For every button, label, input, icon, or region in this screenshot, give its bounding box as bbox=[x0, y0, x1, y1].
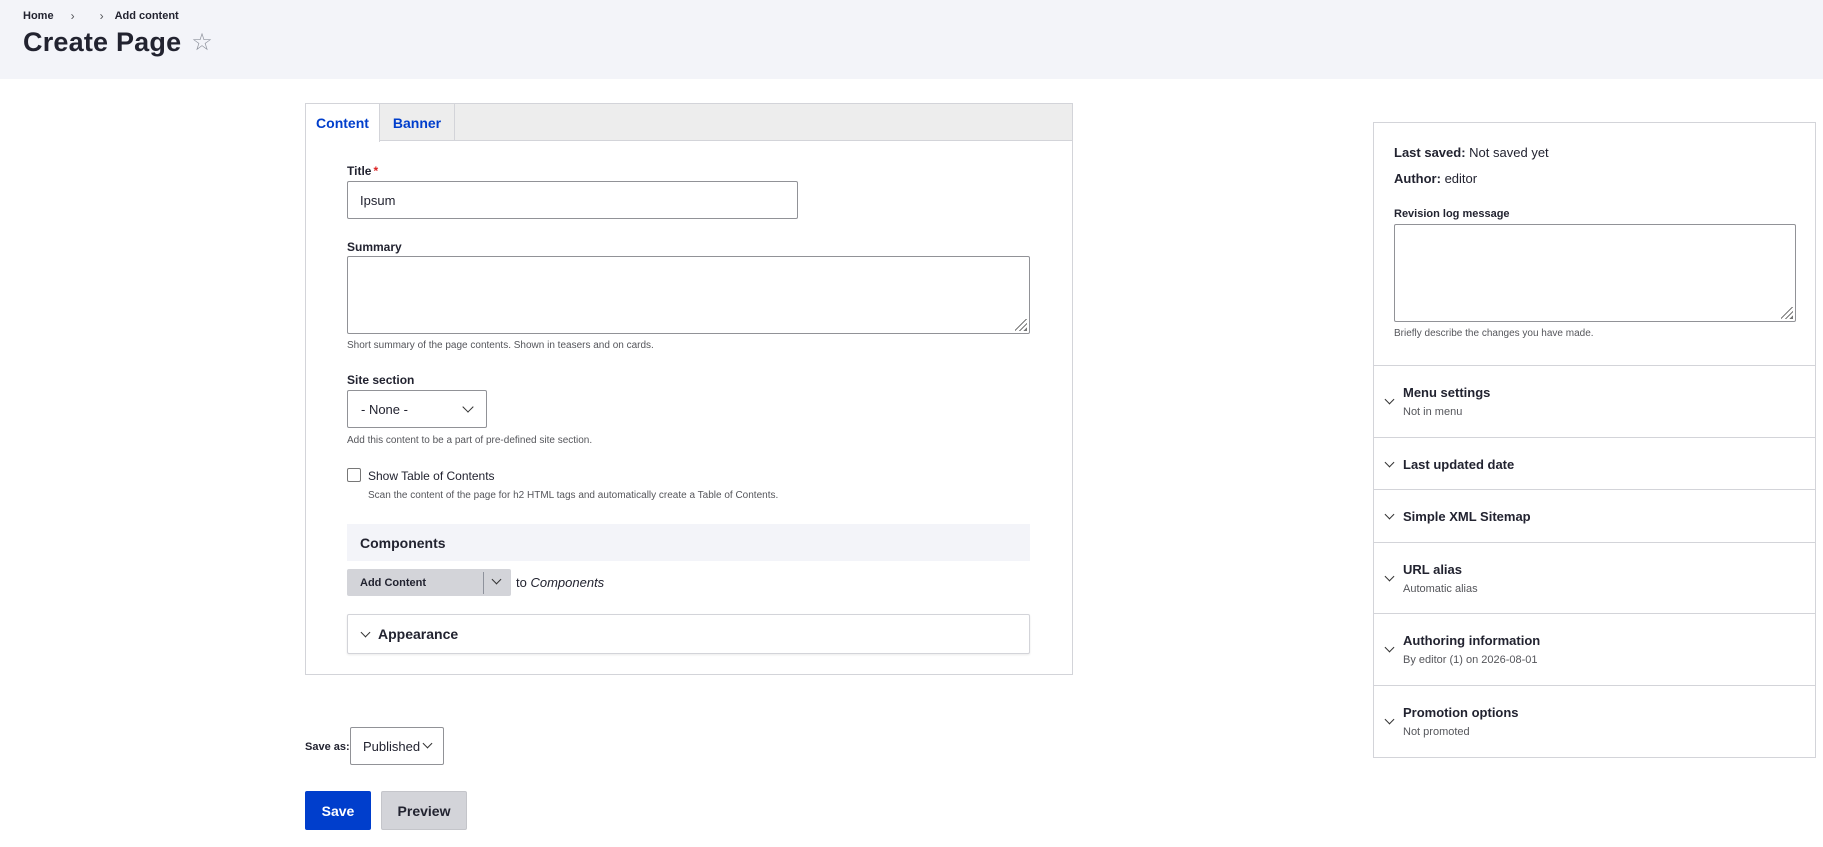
accordion-summary: By editor (1) on 2026-08-01 bbox=[1403, 654, 1538, 666]
site-section-help: Add this content to be a part of pre-def… bbox=[347, 435, 593, 446]
resize-handle-icon[interactable] bbox=[1781, 307, 1793, 319]
last-saved-value: Not saved yet bbox=[1469, 145, 1549, 160]
tab-content[interactable]: Content bbox=[306, 104, 380, 142]
chevron-down-icon bbox=[360, 627, 371, 638]
author-label: Author: bbox=[1394, 171, 1441, 186]
chevron-down-icon bbox=[1384, 509, 1395, 520]
add-content-label: Add Content bbox=[360, 576, 426, 589]
title-label: Title * bbox=[347, 164, 378, 178]
save-as-value: Published bbox=[363, 738, 421, 754]
chevron-down-icon bbox=[1384, 457, 1395, 468]
chevron-down-icon bbox=[422, 738, 433, 749]
summary-help: Short summary of the page contents. Show… bbox=[347, 340, 654, 351]
preview-button[interactable]: Preview bbox=[381, 791, 467, 830]
accordion-last-updated-date[interactable]: Last updated date bbox=[1374, 437, 1815, 489]
save-as-label: Save as: bbox=[305, 741, 350, 753]
tab-banner[interactable]: Banner bbox=[380, 104, 455, 141]
meta-sidebar: Last saved: Not saved yet Author: editor… bbox=[1373, 122, 1816, 758]
breadcrumb-current[interactable]: Add content bbox=[115, 10, 179, 22]
chevron-down-icon[interactable] bbox=[491, 574, 502, 585]
breadcrumb: Home › › Add content bbox=[23, 9, 179, 23]
add-content-button[interactable]: Add Content bbox=[347, 569, 511, 596]
site-section-select[interactable]: - None - bbox=[347, 390, 487, 428]
chevron-down-icon bbox=[1384, 642, 1395, 653]
chevron-down-icon bbox=[1384, 714, 1395, 725]
accordion-title: Simple XML Sitemap bbox=[1403, 509, 1531, 524]
accordion-title: Authoring information bbox=[1403, 633, 1541, 648]
chevron-down-icon bbox=[1384, 394, 1395, 405]
accordion-summary: Not promoted bbox=[1403, 726, 1470, 738]
page-title: Create Page bbox=[23, 27, 182, 57]
page-header: Home › › Add content Create Page ☆ bbox=[0, 0, 1823, 79]
revision-help: Briefly describe the changes you have ma… bbox=[1394, 328, 1594, 339]
accordion-summary: Automatic alias bbox=[1403, 583, 1478, 595]
accordion-title: Promotion options bbox=[1403, 705, 1519, 720]
add-target-text: to Components bbox=[516, 575, 604, 590]
accordion-authoring-information[interactable]: Authoring information By editor (1) on 2… bbox=[1374, 613, 1815, 685]
accordion-menu-settings[interactable]: Menu settings Not in menu bbox=[1374, 365, 1815, 437]
breadcrumb-separator-icon: › bbox=[70, 9, 75, 23]
summary-label: Summary bbox=[347, 240, 402, 254]
components-heading: Components bbox=[347, 524, 1030, 561]
author: Author: editor bbox=[1394, 171, 1477, 186]
title-input-value: Ipsum bbox=[360, 192, 396, 208]
author-value: editor bbox=[1444, 171, 1478, 186]
breadcrumb-home-link[interactable]: Home bbox=[23, 10, 54, 22]
site-section-label: Site section bbox=[347, 373, 415, 387]
to-text: to bbox=[516, 575, 527, 590]
save-as-select[interactable]: Published bbox=[350, 727, 444, 765]
last-saved-label: Last saved: bbox=[1394, 145, 1466, 160]
chevron-down-icon bbox=[462, 401, 474, 413]
summary-textarea[interactable] bbox=[347, 256, 1030, 334]
accordion-simple-xml-sitemap[interactable]: Simple XML Sitemap bbox=[1374, 489, 1815, 542]
title-label-text: Title bbox=[347, 164, 372, 178]
toc-checkbox[interactable] bbox=[347, 468, 361, 482]
resize-handle-icon[interactable] bbox=[1015, 319, 1027, 331]
required-marker: * bbox=[373, 164, 379, 178]
toc-label[interactable]: Show Table of Contents bbox=[368, 469, 495, 483]
title-input[interactable]: Ipsum bbox=[347, 181, 798, 219]
last-saved: Last saved: Not saved yet bbox=[1394, 145, 1549, 160]
accordion-title: Menu settings bbox=[1403, 385, 1491, 400]
revision-label: Revision log message bbox=[1394, 208, 1510, 220]
appearance-label: Appearance bbox=[378, 626, 459, 642]
chevron-down-icon bbox=[1384, 571, 1395, 582]
site-section-value: - None - bbox=[361, 401, 408, 417]
main-form-card: Content Banner Title * Ipsum Summary Shor… bbox=[305, 103, 1073, 675]
tab-bar: Content Banner bbox=[306, 104, 1072, 142]
button-divider bbox=[483, 572, 484, 594]
save-button[interactable]: Save bbox=[305, 791, 371, 830]
accordion-title: URL alias bbox=[1403, 562, 1463, 577]
breadcrumb-separator-icon: › bbox=[99, 9, 104, 23]
appearance-details[interactable]: Appearance bbox=[347, 614, 1030, 654]
accordion-url-alias[interactable]: URL alias Automatic alias bbox=[1374, 542, 1815, 613]
toc-help: Scan the content of the page for h2 HTML… bbox=[368, 490, 779, 501]
accordion-summary: Not in menu bbox=[1403, 406, 1463, 418]
to-target: Components bbox=[530, 575, 605, 590]
star-icon[interactable]: ☆ bbox=[191, 30, 213, 55]
accordion-promotion-options[interactable]: Promotion options Not promoted bbox=[1374, 685, 1815, 757]
accordion-title: Last updated date bbox=[1403, 457, 1515, 472]
revision-textarea[interactable] bbox=[1394, 224, 1796, 322]
